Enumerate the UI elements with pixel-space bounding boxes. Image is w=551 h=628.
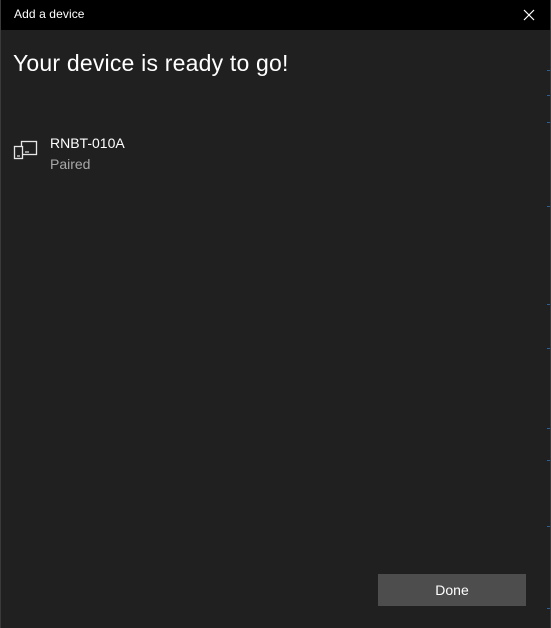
title-bar: Add a device bbox=[1, 0, 550, 30]
device-status: Paired bbox=[50, 156, 91, 172]
add-device-dialog: Add a device Your device is ready to go!… bbox=[0, 0, 551, 628]
device-name: RNBT-010A bbox=[50, 135, 125, 151]
window-edge bbox=[547, 30, 550, 628]
input-device-icon bbox=[13, 140, 38, 160]
page-title: Your device is ready to go! bbox=[13, 50, 289, 76]
done-button[interactable]: Done bbox=[378, 574, 526, 606]
device-list-item[interactable]: RNBT-010A Paired bbox=[13, 132, 313, 176]
close-button[interactable] bbox=[506, 0, 550, 30]
window-title: Add a device bbox=[14, 7, 85, 21]
close-icon bbox=[523, 9, 535, 21]
